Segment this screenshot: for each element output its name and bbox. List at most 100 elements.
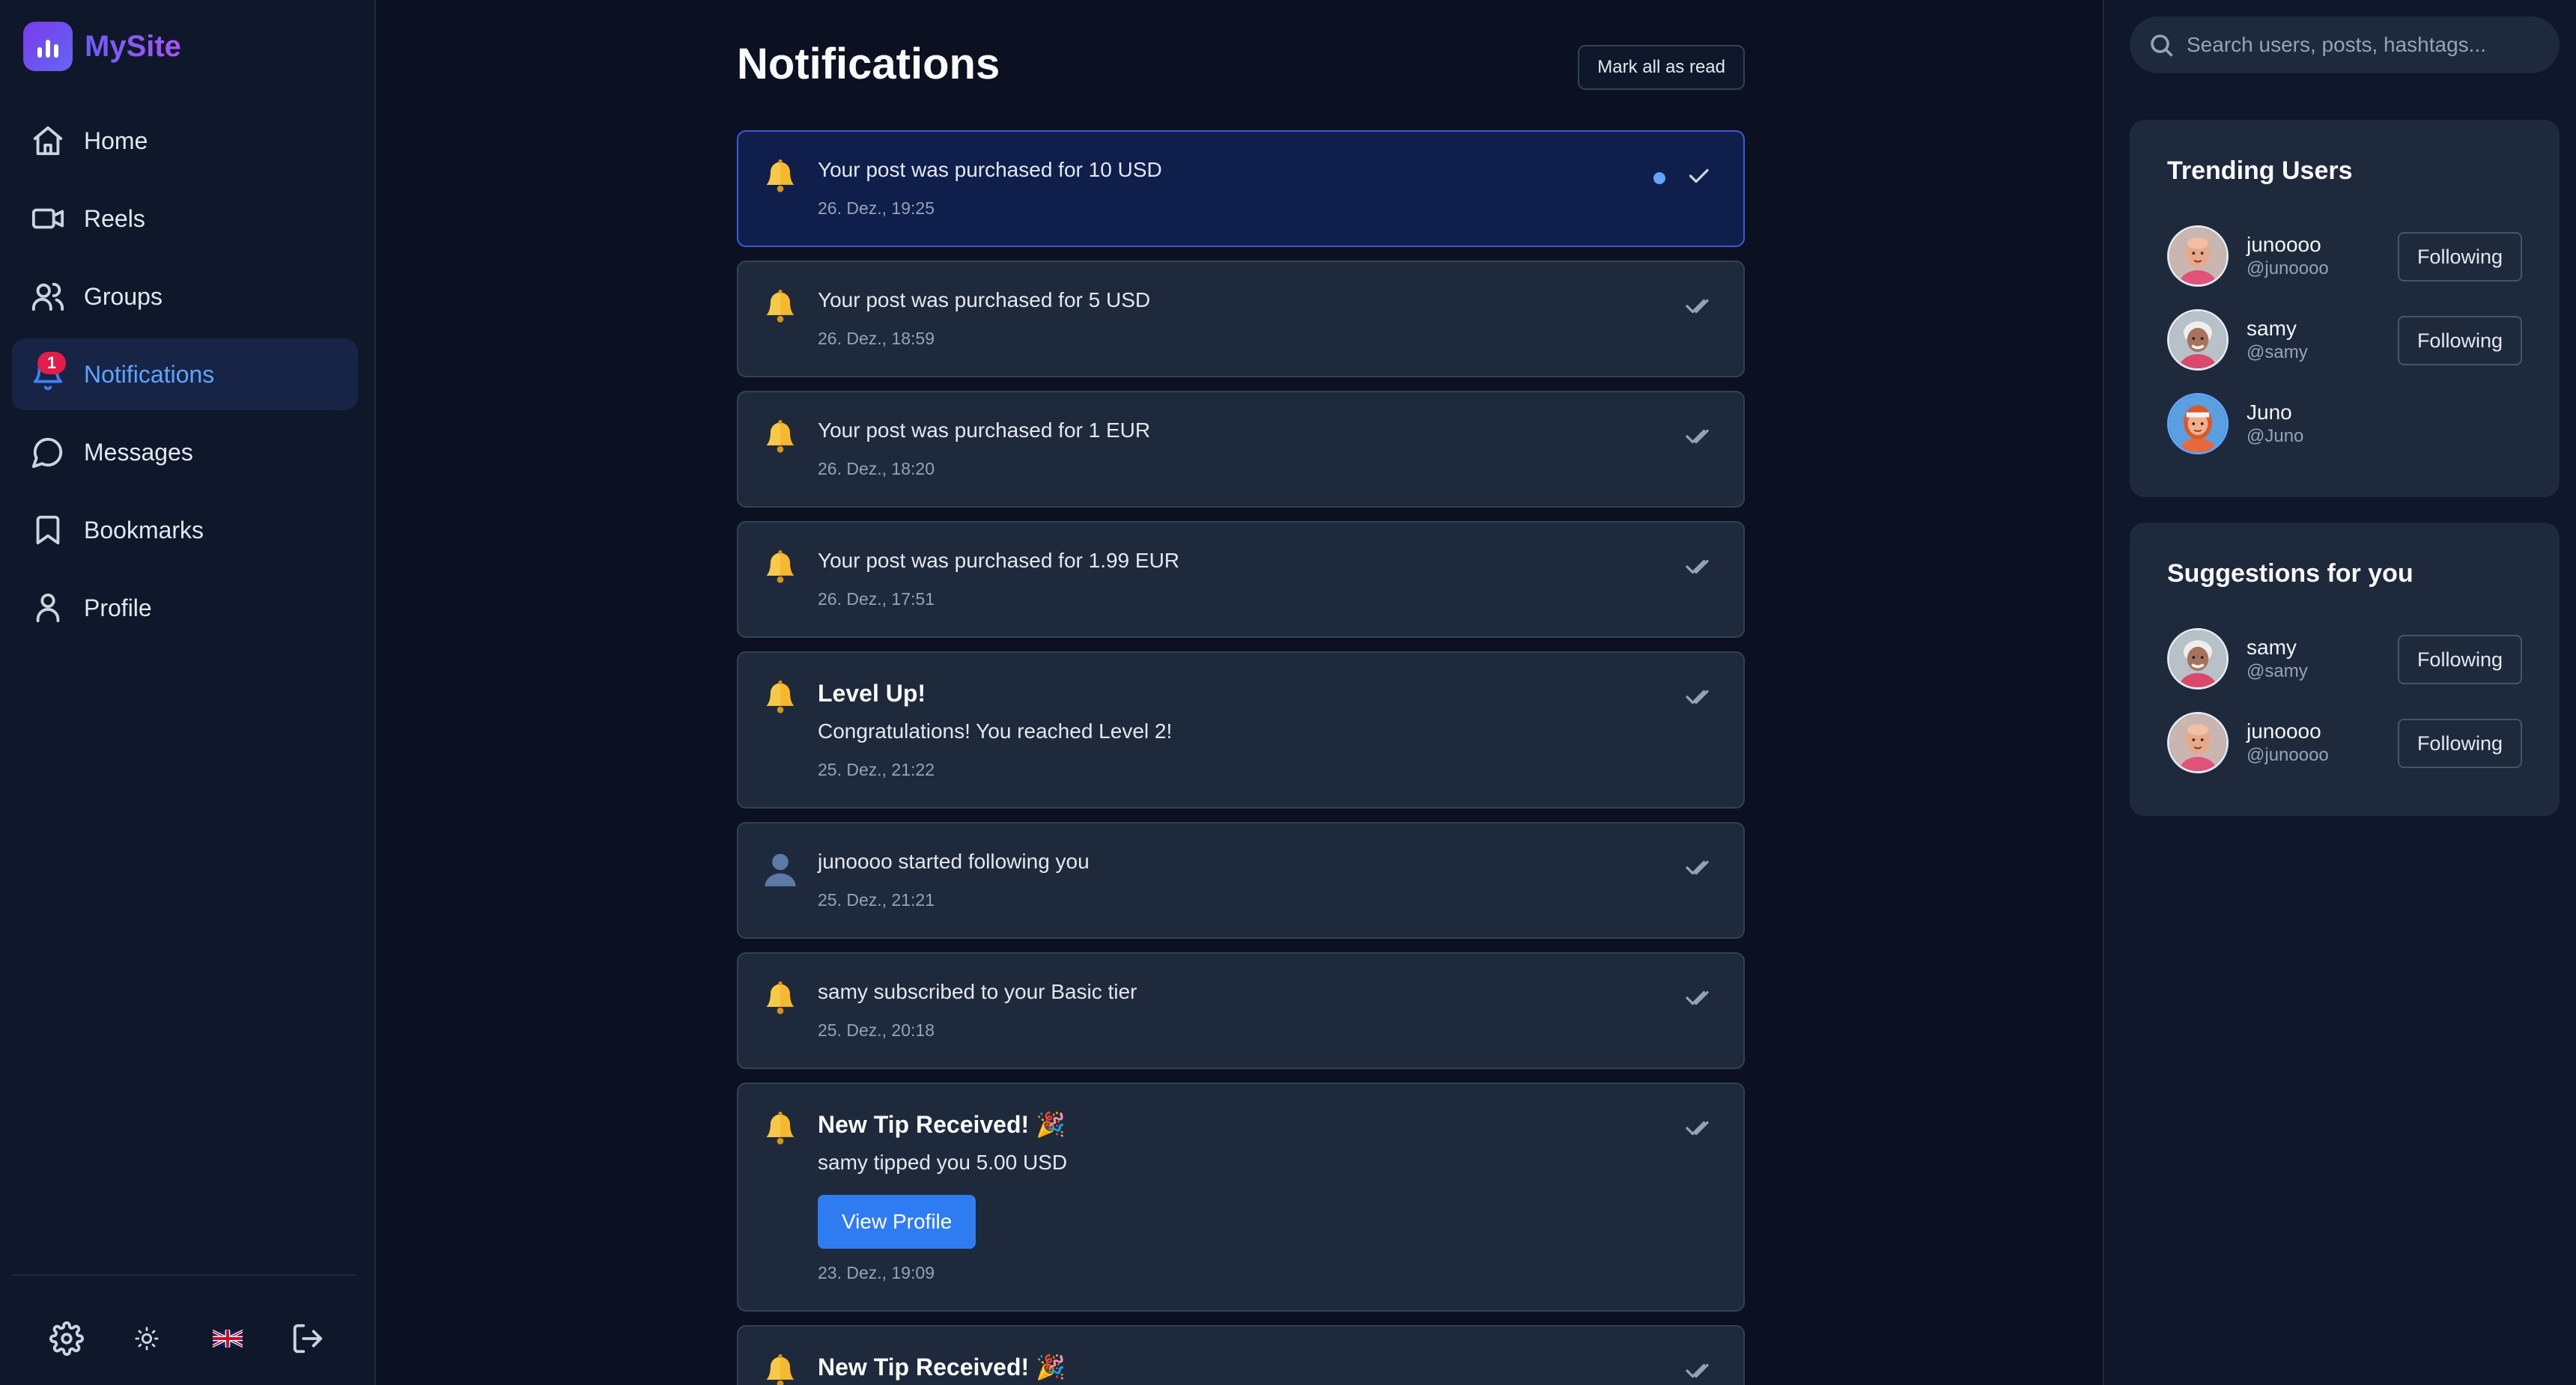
- uk-flag-icon: [212, 1330, 243, 1348]
- logout-button[interactable]: [271, 1318, 344, 1360]
- following-button[interactable]: Following: [2397, 232, 2522, 281]
- video-icon: [30, 201, 66, 237]
- notification-item[interactable]: New Tip Received! 🎉: [737, 1325, 1745, 1385]
- double-check-icon: [1686, 429, 1709, 444]
- notification-item[interactable]: junoooo started following you 25. Dez., …: [737, 822, 1745, 939]
- nav-label: Bookmarks: [84, 516, 204, 544]
- user-row[interactable]: Juno @Juno: [2167, 382, 2522, 466]
- search-bar[interactable]: [2130, 16, 2560, 73]
- main-nav: Home Reels Groups 1 Notifications Messag…: [12, 105, 358, 650]
- read-status-icon: [1685, 1360, 1712, 1382]
- brand-logo[interactable]: MySite: [23, 22, 181, 71]
- notification-list: Your post was purchased for 10 USD 26. D…: [737, 130, 1745, 1385]
- notification-text: junoooo started following you: [818, 850, 1090, 873]
- notification-count-badge: 1: [37, 352, 66, 374]
- read-status-icon: [1685, 1117, 1712, 1139]
- notification-item[interactable]: Your post was purchased for 10 USD 26. D…: [737, 130, 1745, 247]
- bookmark-icon: [30, 512, 66, 548]
- notification-text: Your post was purchased for 5 USD: [818, 288, 1151, 311]
- notification-title: Level Up!: [818, 680, 926, 707]
- read-status-icon: [1685, 987, 1712, 1009]
- notification-time: 23. Dez., 19:09: [818, 1263, 935, 1282]
- bell-emoji-icon: [761, 979, 800, 1018]
- avatar-bald-man: [2167, 712, 2229, 773]
- avatar-white-hair: [2167, 309, 2229, 371]
- sidebar-footer: [30, 1318, 344, 1360]
- bell-emoji-icon: [761, 1352, 800, 1385]
- view-profile-button[interactable]: View Profile: [818, 1195, 976, 1249]
- notification-time: 26. Dez., 18:20: [818, 459, 935, 478]
- unread-indicator: [1653, 172, 1665, 184]
- app-root: MySite Home Reels Groups 1 Notifications…: [0, 0, 2576, 1385]
- notification-item[interactable]: Your post was purchased for 1.99 EUR 26.…: [737, 521, 1745, 638]
- person-emoji-icon: [761, 849, 800, 888]
- notification-time: 26. Dez., 19:25: [818, 198, 935, 218]
- language-button[interactable]: [191, 1318, 264, 1360]
- read-status-icon: [1685, 295, 1712, 317]
- user-row[interactable]: junoooo @junoooo Following: [2167, 701, 2522, 785]
- user-name: Juno: [2247, 401, 2292, 424]
- bell-icon: 1: [30, 352, 66, 392]
- notification-text: Your post was purchased for 10 USD: [818, 158, 1162, 181]
- double-check-icon: [1686, 299, 1709, 314]
- user-name: junoooo: [2247, 233, 2321, 256]
- users-icon: [30, 278, 66, 314]
- nav-label: Messages: [84, 438, 193, 466]
- bell-emoji-icon: [761, 418, 800, 457]
- settings-button[interactable]: [30, 1318, 103, 1360]
- user-handle: @Juno: [2247, 426, 2304, 446]
- read-status-icon: [1685, 425, 1712, 448]
- nav-label: Reels: [84, 204, 145, 232]
- sun-icon: [135, 1327, 159, 1351]
- bell-emoji-icon: [761, 678, 800, 717]
- double-check-icon: [1686, 860, 1709, 875]
- notification-text: Your post was purchased for 1 EUR: [818, 418, 1151, 442]
- notification-item[interactable]: Your post was purchased for 5 USD 26. De…: [737, 261, 1745, 377]
- nav-item-profile[interactable]: Profile: [12, 572, 358, 644]
- double-check-icon: [1686, 559, 1709, 574]
- nav-item-reels[interactable]: Reels: [12, 183, 358, 255]
- mark-all-read-button[interactable]: Mark all as read: [1578, 45, 1745, 90]
- nav-item-bookmarks[interactable]: Bookmarks: [12, 494, 358, 566]
- notification-text: samy tipped you 5.00 USD: [818, 1151, 1068, 1174]
- mark-read-button[interactable]: [1685, 165, 1712, 187]
- following-button[interactable]: Following: [2397, 635, 2522, 684]
- search-icon: [2151, 34, 2173, 57]
- user-row[interactable]: junoooo @junoooo Following: [2167, 214, 2522, 298]
- gear-icon: [49, 1321, 84, 1356]
- read-status-icon: [1685, 686, 1712, 708]
- search-input[interactable]: [2187, 33, 2539, 57]
- suggestions-panel: Suggestions for you samy @samy Following…: [2130, 523, 2560, 816]
- nav-item-notifications[interactable]: 1 Notifications: [12, 338, 358, 410]
- bell-emoji-icon: [761, 548, 800, 587]
- notification-time: 26. Dez., 17:51: [818, 589, 935, 609]
- user-name: samy: [2247, 317, 2297, 340]
- user-name: samy: [2247, 636, 2297, 659]
- notification-time: 25. Dez., 21:21: [818, 890, 935, 910]
- user-row[interactable]: samy @samy Following: [2167, 617, 2522, 701]
- notification-item[interactable]: Your post was purchased for 1 EUR 26. De…: [737, 391, 1745, 508]
- avatar-white-hair: [2167, 628, 2229, 690]
- right-sidebar: Trending Users junoooo @junoooo Followin…: [2103, 0, 2576, 1385]
- double-check-icon: [1686, 990, 1709, 1005]
- bell-emoji-icon: [761, 1109, 800, 1148]
- notification-item[interactable]: samy subscribed to your Basic tier 25. D…: [737, 952, 1745, 1069]
- notification-time: 26. Dez., 18:59: [818, 329, 935, 348]
- user-icon: [30, 590, 66, 626]
- notification-title: New Tip Received! 🎉: [818, 1354, 1066, 1381]
- nav-item-groups[interactable]: Groups: [12, 261, 358, 332]
- user-row[interactable]: samy @samy Following: [2167, 298, 2522, 382]
- theme-toggle-button[interactable]: [110, 1318, 183, 1360]
- nav-item-messages[interactable]: Messages: [12, 416, 358, 488]
- panel-title: Trending Users: [2167, 156, 2353, 185]
- notification-item[interactable]: Level Up! Congratulations! You reached L…: [737, 651, 1745, 809]
- following-button[interactable]: Following: [2397, 316, 2522, 365]
- home-icon: [30, 123, 66, 159]
- bell-emoji-icon: [761, 157, 800, 196]
- nav-label: Groups: [84, 282, 162, 310]
- notification-time: 25. Dez., 20:18: [818, 1020, 935, 1040]
- notification-item[interactable]: New Tip Received! 🎉 samy tipped you 5.00…: [737, 1083, 1745, 1312]
- following-button[interactable]: Following: [2397, 719, 2522, 768]
- double-check-icon: [1686, 690, 1709, 704]
- nav-item-home[interactable]: Home: [12, 105, 358, 177]
